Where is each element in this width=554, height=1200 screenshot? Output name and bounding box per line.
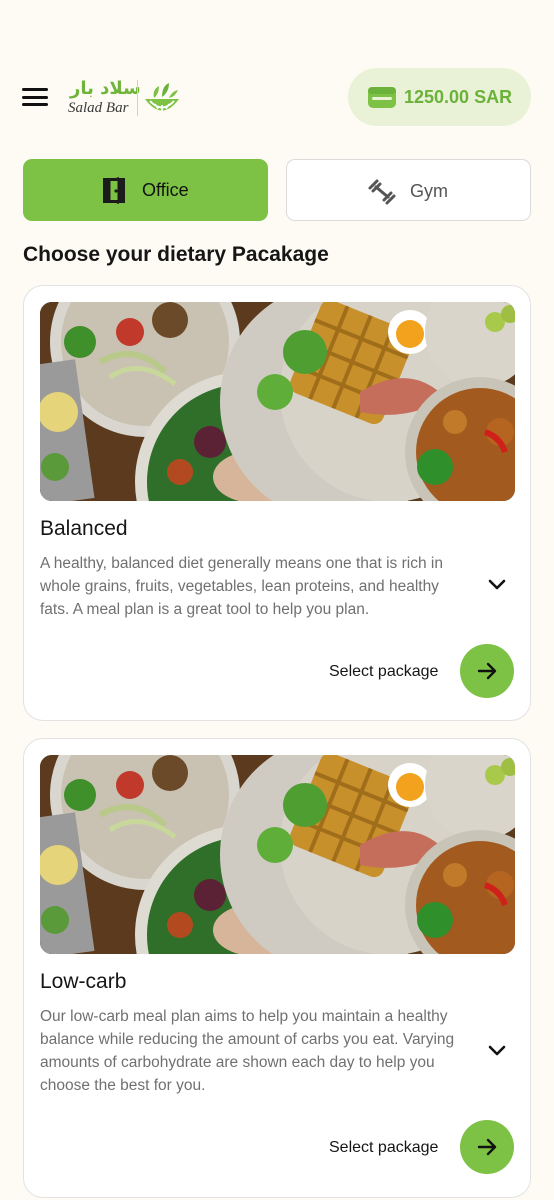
tab-gym[interactable]: Gym bbox=[286, 159, 531, 221]
salad-bowl-icon bbox=[145, 83, 179, 111]
logo-arabic-text: سلاد بار bbox=[70, 78, 141, 99]
app-header: سلاد بار Salad Bar 1250.00 SAR bbox=[0, 68, 554, 126]
tab-gym-label: Gym bbox=[410, 181, 448, 201]
chevron-down-icon[interactable] bbox=[488, 579, 506, 591]
package-photo bbox=[40, 302, 515, 501]
package-card-low-carb: Low-carb Our low-carb meal plan aims to … bbox=[23, 738, 531, 1198]
wallet-balance-button[interactable]: 1250.00 SAR bbox=[348, 68, 531, 126]
wallet-amount: 1250.00 SAR bbox=[404, 87, 513, 107]
package-title: Low-carb bbox=[40, 970, 127, 993]
location-tabs: Office Gym bbox=[0, 159, 554, 221]
arrow-right-icon bbox=[477, 1138, 497, 1156]
package-description: A healthy, balanced diet generally means… bbox=[40, 555, 443, 618]
select-package-button[interactable] bbox=[460, 644, 514, 698]
wallet-icon bbox=[368, 87, 396, 108]
logo-divider bbox=[137, 80, 138, 116]
select-package-button[interactable] bbox=[460, 1120, 514, 1174]
logo-english-text: Salad Bar bbox=[68, 100, 129, 116]
tab-office[interactable]: Office bbox=[23, 159, 268, 221]
dumbbell-icon bbox=[368, 179, 396, 205]
package-description: Our low-carb meal plan aims to help you … bbox=[40, 1008, 455, 1094]
salad-bar-logo: سلاد بار Salad Bar bbox=[66, 74, 186, 124]
chevron-down-icon[interactable] bbox=[488, 1045, 506, 1057]
hamburger-menu-icon[interactable] bbox=[22, 88, 48, 106]
package-card-balanced: Balanced A healthy, balanced diet genera… bbox=[23, 285, 531, 721]
door-icon bbox=[103, 177, 125, 204]
arrow-right-icon bbox=[477, 662, 497, 680]
package-title: Balanced bbox=[40, 517, 128, 540]
section-title: Choose your dietary Pacakage bbox=[23, 243, 329, 266]
select-package-label[interactable]: Select package bbox=[329, 663, 438, 681]
tab-office-label: Office bbox=[142, 180, 189, 200]
select-package-label[interactable]: Select package bbox=[329, 1139, 438, 1157]
package-photo bbox=[40, 755, 515, 954]
